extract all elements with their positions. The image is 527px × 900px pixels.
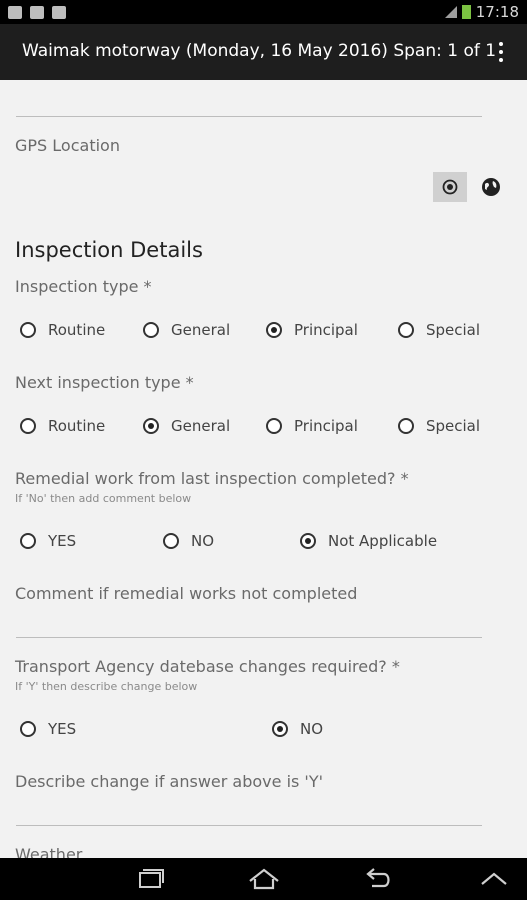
- next-inspection-type-label: Next inspection type *: [15, 373, 194, 392]
- app-notification-icon: [30, 6, 44, 19]
- gps-location-label: GPS Location: [15, 136, 120, 155]
- home-icon[interactable]: [244, 864, 284, 894]
- status-bar: 17:18: [0, 0, 527, 24]
- inspection-type-principal-radio[interactable]: Principal: [266, 318, 358, 342]
- section-heading: Inspection Details: [15, 238, 203, 262]
- app-notification-icon: [52, 6, 66, 19]
- recent-apps-icon[interactable]: [130, 864, 170, 894]
- field-underline: [16, 116, 482, 117]
- page-title: Waimak motorway (Monday, 16 May 2016) Sp…: [22, 41, 497, 61]
- inspection-type-routine-radio[interactable]: Routine: [20, 318, 105, 342]
- form-content[interactable]: GPS Location Inspection Details Inspecti…: [0, 80, 527, 858]
- transport-agency-hint: If 'Y' then describe change below: [15, 680, 198, 693]
- status-time: 17:18: [475, 3, 519, 21]
- back-icon[interactable]: [358, 864, 398, 894]
- signal-icon: [445, 6, 457, 18]
- next-inspection-general-radio[interactable]: General: [143, 414, 230, 438]
- image-notification-icon: [8, 6, 22, 19]
- next-inspection-routine-radio[interactable]: Routine: [20, 414, 105, 438]
- remedial-no-radio[interactable]: NO: [163, 529, 214, 553]
- inspection-type-general-radio[interactable]: General: [143, 318, 230, 342]
- map-button[interactable]: [474, 172, 508, 202]
- remedial-comment-underline: [16, 637, 482, 638]
- transport-agency-label: Transport Agency datebase changes requir…: [15, 657, 400, 676]
- action-bar: Waimak motorway (Monday, 16 May 2016) Sp…: [0, 24, 527, 80]
- change-description-input[interactable]: Describe change if answer above is 'Y': [15, 772, 323, 791]
- battery-icon: [462, 5, 471, 19]
- next-inspection-special-radio[interactable]: Special: [398, 414, 480, 438]
- chevron-up-icon[interactable]: [474, 864, 514, 894]
- transport-agency-no-radio[interactable]: NO: [272, 717, 323, 741]
- weather-label: Weather: [15, 845, 83, 858]
- overflow-menu-icon[interactable]: [489, 40, 513, 64]
- remedial-not-applicable-radio[interactable]: Not Applicable: [300, 529, 437, 553]
- remedial-work-label: Remedial work from last inspection compl…: [15, 469, 409, 488]
- remedial-work-hint: If 'No' then add comment below: [15, 492, 192, 505]
- transport-agency-yes-radio[interactable]: YES: [20, 717, 76, 741]
- remedial-comment-input[interactable]: Comment if remedial works not completed: [15, 584, 357, 603]
- my-location-icon: [442, 179, 458, 195]
- next-inspection-principal-radio[interactable]: Principal: [266, 414, 358, 438]
- navigation-bar: [0, 858, 527, 900]
- locate-button[interactable]: [433, 172, 467, 202]
- inspection-type-special-radio[interactable]: Special: [398, 318, 480, 342]
- globe-icon: [482, 178, 500, 196]
- change-description-underline: [16, 825, 482, 826]
- inspection-type-label: Inspection type *: [15, 277, 152, 296]
- remedial-yes-radio[interactable]: YES: [20, 529, 76, 553]
